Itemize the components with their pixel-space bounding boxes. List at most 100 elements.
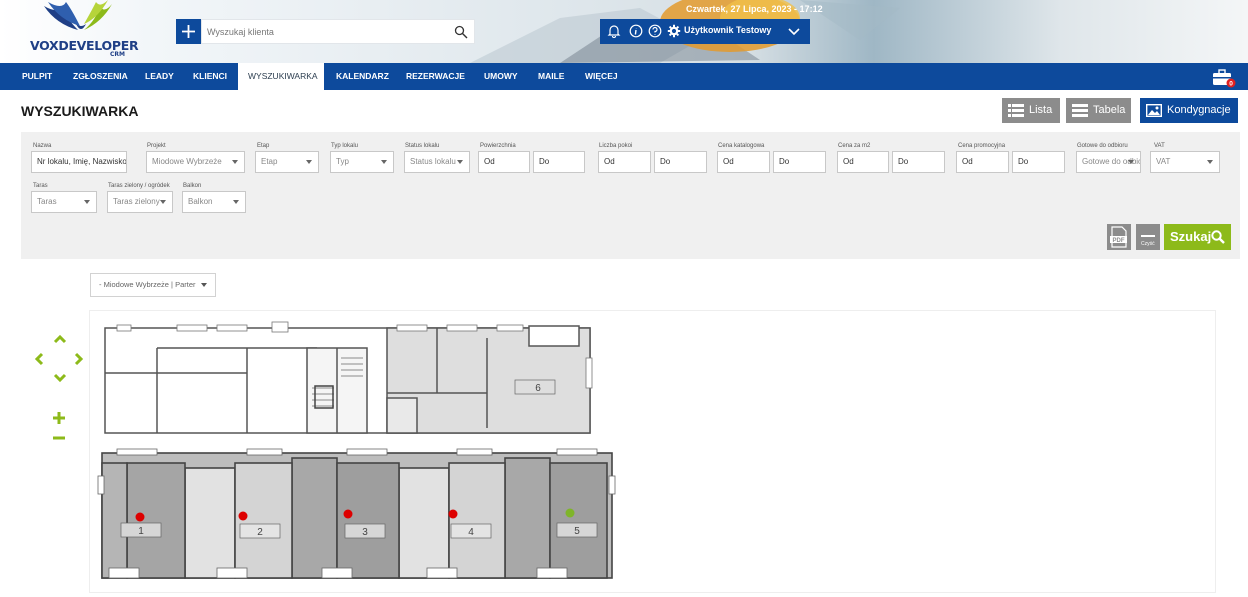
view-list-button[interactable]: Lista bbox=[1002, 98, 1060, 123]
type-select[interactable]: Typ bbox=[330, 151, 394, 173]
search-icon bbox=[1211, 230, 1225, 244]
nav-item-zgloszenia[interactable]: ZGŁOSZENIA bbox=[63, 63, 138, 90]
logo-subtext: CRM bbox=[110, 51, 125, 58]
pan-left-icon[interactable] bbox=[34, 352, 44, 366]
chevron-down-icon[interactable] bbox=[788, 27, 800, 36]
briefcase-icon[interactable]: 0 bbox=[1211, 68, 1237, 88]
pan-up-icon[interactable] bbox=[53, 334, 67, 344]
client-search-input[interactable] bbox=[207, 23, 447, 41]
catalog-price-to-field[interactable]: Do bbox=[773, 151, 826, 173]
filter-label-etap: Etap bbox=[257, 143, 270, 149]
add-client-button[interactable] bbox=[176, 19, 201, 44]
chevron-down-icon bbox=[457, 160, 463, 164]
filter-label-cena-promocyjna: Cena promocyjna bbox=[958, 143, 1006, 149]
nav-item-kalendarz[interactable]: KALENDARZ bbox=[326, 63, 399, 90]
terrace-select-value: Taras bbox=[37, 197, 57, 206]
zoom-in-icon[interactable] bbox=[52, 411, 66, 425]
unit-status-dot bbox=[238, 511, 248, 521]
pdf-icon: PDF bbox=[1110, 226, 1127, 248]
view-table-label: Tabela bbox=[1093, 104, 1126, 116]
nav-item-wyszukiwarka[interactable]: WYSZUKIWARKA bbox=[238, 63, 324, 90]
catalog-price-from-field[interactable]: Od bbox=[717, 151, 770, 173]
filter-label-status: Status lokalu bbox=[405, 143, 440, 149]
rooms-to-field[interactable]: Do bbox=[654, 151, 707, 173]
chevron-down-icon bbox=[1128, 160, 1134, 164]
chevron-down-icon bbox=[233, 200, 239, 204]
area-to-field[interactable]: Do bbox=[533, 151, 585, 173]
vat-select-value: VAT bbox=[1156, 157, 1171, 166]
nav-item-klienci[interactable]: KLIENCI bbox=[183, 63, 237, 90]
view-list-label: Lista bbox=[1029, 104, 1053, 116]
price-m2-to-field[interactable]: Do bbox=[892, 151, 945, 173]
nav-item-leady[interactable]: LEADY bbox=[135, 63, 184, 90]
clear-filters-label: Czyść bbox=[1141, 241, 1155, 247]
floor-select[interactable]: - Miodowe Wybrzeże | Parter bbox=[90, 273, 216, 297]
ready-select[interactable]: Gotowe do odbioru bbox=[1076, 151, 1141, 173]
filter-label-taras: Taras bbox=[33, 183, 48, 189]
balcony-select[interactable]: Balkon bbox=[182, 191, 246, 213]
name-search-field[interactable]: Nr lokalu, Imię, Nazwisko bbox=[31, 151, 127, 173]
unit-6[interactable]: 6 bbox=[514, 379, 556, 395]
chevron-down-icon bbox=[84, 200, 90, 204]
chevron-down-icon bbox=[232, 160, 238, 164]
unit-status-dot bbox=[343, 509, 353, 519]
help-icon[interactable] bbox=[648, 24, 662, 38]
image-icon bbox=[1146, 104, 1162, 117]
balcony-select-value: Balkon bbox=[188, 197, 213, 206]
user-name[interactable]: Użytkownik Testowy bbox=[684, 25, 771, 35]
zoom-out-icon[interactable] bbox=[52, 434, 66, 442]
info-icon[interactable] bbox=[629, 24, 643, 38]
view-floors-button[interactable]: Kondygnacje bbox=[1140, 98, 1238, 123]
floor-select-value: - Miodowe Wybrzeże | Parter bbox=[99, 280, 196, 289]
nav-item-rezerwacje[interactable]: REZERWACJE bbox=[396, 63, 475, 90]
project-select[interactable]: Miodowe Wybrzeże bbox=[146, 151, 245, 173]
pan-right-icon[interactable] bbox=[74, 352, 84, 366]
search-button[interactable]: Szukaj bbox=[1164, 224, 1231, 250]
filter-label-nazwa: Nazwa bbox=[33, 143, 52, 149]
view-floors-label: Kondygnacje bbox=[1167, 104, 1231, 116]
unit-number: 5 bbox=[574, 526, 580, 537]
client-search bbox=[201, 19, 475, 44]
nav-item-umowy[interactable]: UMOWY bbox=[474, 63, 528, 90]
stage-select[interactable]: Etap bbox=[255, 151, 319, 173]
nav-item-pulpit[interactable]: PULPIT bbox=[12, 63, 62, 90]
pan-down-icon[interactable] bbox=[53, 373, 67, 383]
plus-icon bbox=[182, 25, 195, 38]
gear-icon[interactable] bbox=[667, 24, 681, 38]
pdf-export-button[interactable]: PDF bbox=[1107, 224, 1131, 250]
promo-price-from-field[interactable]: Od bbox=[956, 151, 1009, 173]
nav-item-wiecej[interactable]: WIĘCEJ bbox=[575, 63, 628, 90]
nav-item-maile[interactable]: MAILE bbox=[528, 63, 574, 90]
filter-label-projekt: Projekt bbox=[147, 143, 166, 149]
table-icon bbox=[1072, 104, 1088, 117]
filter-label-cena-m2: Cena za m2 bbox=[838, 143, 871, 149]
filter-label-typ: Typ lokalu bbox=[331, 143, 359, 149]
unit-number: 1 bbox=[138, 526, 144, 537]
logo[interactable]: VOXDEVELOPER CRM bbox=[26, 0, 139, 61]
status-select[interactable]: Status lokalu bbox=[404, 151, 470, 173]
unit-status-dot bbox=[565, 508, 575, 518]
vat-select[interactable]: VAT bbox=[1150, 151, 1220, 173]
price-m2-from-field[interactable]: Od bbox=[837, 151, 889, 173]
type-select-value: Typ bbox=[336, 157, 349, 166]
search-icon[interactable] bbox=[454, 25, 468, 39]
unit-status-dot bbox=[135, 512, 145, 522]
terrace-select[interactable]: Taras bbox=[31, 191, 97, 213]
rooms-from-field[interactable]: Od bbox=[598, 151, 651, 173]
bell-icon[interactable] bbox=[607, 24, 621, 38]
green-terrace-select[interactable]: Taras zielony bbox=[107, 191, 173, 213]
user-bar: Użytkownik Testowy bbox=[600, 19, 810, 44]
filter-label-pokoje: Liczba pokoi bbox=[599, 143, 633, 149]
chevron-down-icon bbox=[201, 283, 207, 287]
filter-label-vat: VAT bbox=[1154, 143, 1165, 149]
app-header: VOXDEVELOPER CRM Czwartek, 27 Lipca, 202… bbox=[0, 0, 1248, 63]
status-select-value: Status lokalu bbox=[410, 157, 456, 166]
green-terrace-select-value: Taras zielony bbox=[113, 197, 160, 206]
project-select-value: Miodowe Wybrzeże bbox=[152, 157, 222, 166]
promo-price-to-field[interactable]: Do bbox=[1012, 151, 1065, 173]
unit-number: 3 bbox=[362, 527, 368, 538]
filter-label-powierzchnia: Powierzchnia bbox=[480, 143, 516, 149]
area-from-field[interactable]: Od bbox=[478, 151, 530, 173]
view-table-button[interactable]: Tabela bbox=[1066, 98, 1131, 123]
stage-select-value: Etap bbox=[261, 157, 278, 166]
